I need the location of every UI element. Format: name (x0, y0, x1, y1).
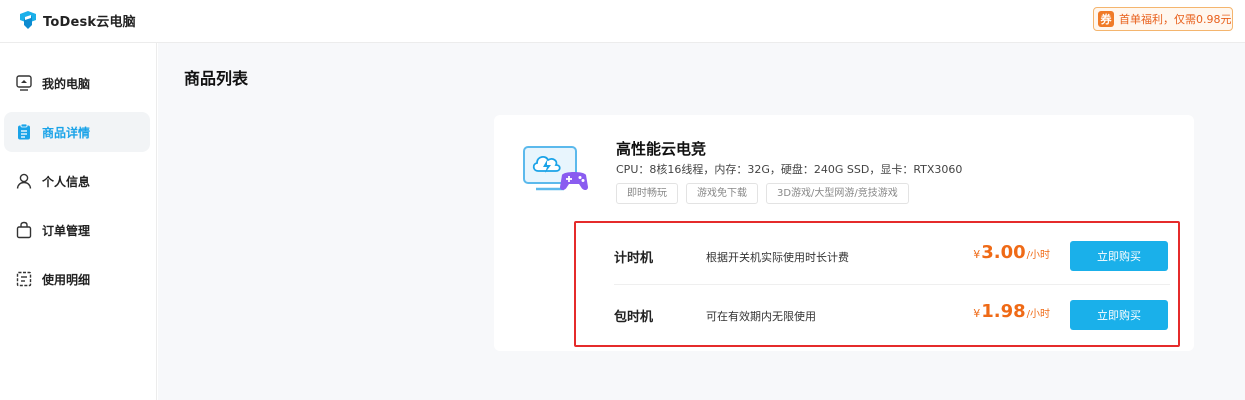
sidebar-item-label: 我的电脑 (42, 77, 91, 91)
product-tag: 即时畅玩 (616, 183, 678, 204)
sidebar-item-label: 商品详情 (42, 126, 91, 140)
plan-price: ¥ 1.98 /小时 (973, 301, 1050, 322)
sidebar-item-personal-info[interactable]: 个人信息 (4, 161, 150, 201)
sidebar-item-product-details[interactable]: 商品详情 (4, 112, 150, 152)
plan-price: ¥ 3.00 /小时 (973, 242, 1050, 263)
list-icon (16, 271, 32, 287)
product-tags: 即时畅玩 游戏免下载 3D游戏/大型网游/竞技游戏 (616, 183, 909, 204)
user-icon (16, 173, 32, 189)
pricing-plans: 计时机 根据开关机实际使用时长计费 ¥ 3.00 /小时 立即购买 包时机 可在… (574, 221, 1180, 347)
sidebar: 我的电脑 商品详情 个人信息 订单管理 使用明细 (0, 43, 157, 400)
sidebar-item-my-computer[interactable]: 我的电脑 (4, 63, 150, 103)
buy-now-button[interactable]: 立即购买 (1070, 241, 1168, 271)
price-unit: /小时 (1026, 250, 1050, 261)
product-name: 高性能云电竞 (616, 140, 707, 158)
plan-name: 计时机 (614, 251, 654, 266)
price-unit: /小时 (1026, 309, 1050, 320)
sidebar-item-label: 使用明细 (42, 273, 91, 287)
plan-description: 可在有效期内无限使用 (706, 310, 816, 323)
buy-now-button[interactable]: 立即购买 (1070, 300, 1168, 330)
todesk-logo-icon (20, 11, 36, 29)
product-tag: 游戏免下载 (686, 183, 758, 204)
sidebar-item-order-management[interactable]: 订单管理 (4, 210, 150, 250)
top-bar: ToDesk云电脑 券 首单福利，仅需0.98元 (0, 0, 1245, 43)
coupon-icon: 券 (1098, 11, 1114, 27)
price-value: 1.98 (981, 301, 1026, 322)
promo-text: 首单福利，仅需0.98元 (1119, 13, 1232, 26)
product-tag: 3D游戏/大型网游/竞技游戏 (766, 183, 909, 204)
plan-row-hourly: 计时机 根据开关机实际使用时长计费 ¥ 3.00 /小时 立即购买 (576, 225, 1178, 285)
sidebar-item-label: 个人信息 (42, 175, 91, 189)
app-logo[interactable]: ToDesk云电脑 (18, 10, 136, 30)
currency-symbol: ¥ (973, 248, 981, 261)
page-title: 商品列表 (184, 69, 249, 88)
app-name: ToDesk云电脑 (43, 14, 136, 30)
currency-symbol: ¥ (973, 307, 981, 320)
price-value: 3.00 (981, 242, 1026, 263)
sidebar-item-usage-details[interactable]: 使用明细 (4, 259, 150, 299)
monitor-icon (16, 75, 32, 91)
cloud-gaming-monitor-icon (523, 146, 588, 191)
plan-name: 包时机 (614, 310, 654, 325)
promo-banner[interactable]: 券 首单福利，仅需0.98元 (1093, 7, 1233, 31)
clipboard-icon (18, 123, 30, 140)
product-spec: CPU：8核16线程，内存：32G，硬盘：240G SSD，显卡：RTX3060 (616, 163, 963, 176)
plan-row-package: 包时机 可在有效期内无限使用 ¥ 1.98 /小时 立即购买 (576, 284, 1178, 344)
plan-description: 根据开关机实际使用时长计费 (706, 251, 849, 264)
bag-icon (16, 221, 32, 239)
sidebar-item-label: 订单管理 (42, 224, 91, 238)
